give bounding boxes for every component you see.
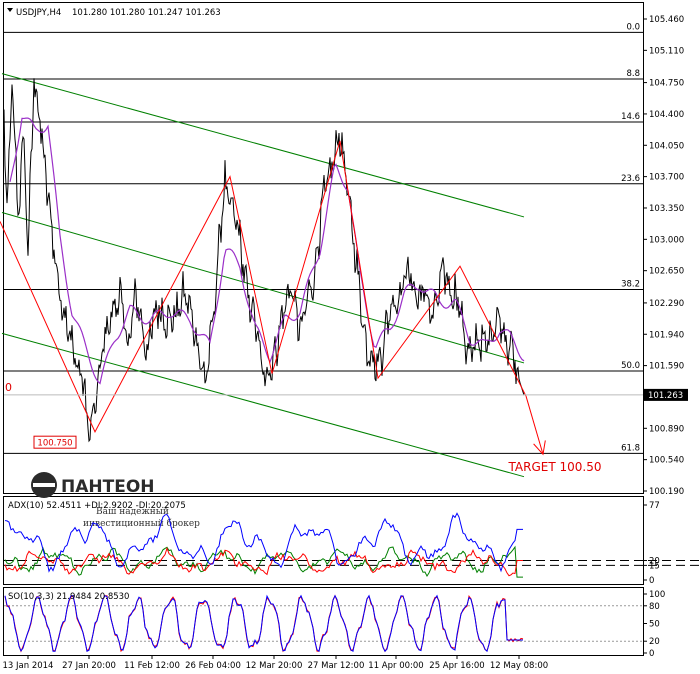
ohlc-label: 101.280 101.280 101.247 101.263 <box>72 8 221 18</box>
time-tick-label: 13 Jan 2014 <box>3 661 54 671</box>
forex-chart: USDJPY,H4 101.280 101.280 101.247 101.26… <box>0 2 700 671</box>
fib-level-label: 50.0 <box>621 361 640 371</box>
price-tick-label: 104.750 <box>649 79 684 89</box>
stochastic-label: SO(10,3,3) 21.9484 20.8530 <box>8 592 129 602</box>
time-tick-label: 12 May 08:00 <box>490 661 548 671</box>
stochastic-tick-label: 50 <box>649 620 660 630</box>
target-label: TARGET 100.50 <box>508 460 602 474</box>
symbol-label: USDJPY,H4 <box>16 8 61 18</box>
time-tick-label: 12 Mar 20:00 <box>246 661 303 671</box>
stochastic-tick-label: 80 <box>649 602 660 612</box>
price-tick-label: 105.110 <box>649 46 684 56</box>
low-price-label: 100.750 <box>37 439 72 449</box>
adx-tick-label: 15 <box>649 561 660 571</box>
price-tick-label: 102.290 <box>649 299 684 309</box>
stochastic-tick-label: 0 <box>649 649 654 659</box>
main-panel-frame <box>3 2 644 494</box>
price-tick-label: 101.590 <box>649 362 684 372</box>
fib-level-label: 0.0 <box>626 22 640 32</box>
price-tick-label: 101.940 <box>649 330 684 340</box>
chart-header: USDJPY,H4 101.280 101.280 101.247 101.26… <box>7 8 221 18</box>
logo-emblem-stripe <box>33 483 55 487</box>
time-tick-label: 11 Feb 12:00 <box>124 661 180 671</box>
time-tick-label: 27 Mar 12:00 <box>308 661 365 671</box>
price-axis: 105.460 105.110 104.750 104.400 104.050 103.7… <box>643 15 684 497</box>
price-tick-label: 102.650 <box>649 267 684 277</box>
fib-level-label: 23.6 <box>621 174 640 184</box>
price-tick-label: 105.460 <box>649 15 684 25</box>
left-fib-label: 0 <box>5 381 12 394</box>
price-tick-label: 100.190 <box>649 487 684 497</box>
fib-level-label: 8.8 <box>626 69 640 79</box>
price-tick-label: 100.890 <box>649 424 684 434</box>
fib-level-label: 38.2 <box>621 279 640 289</box>
time-tick-label: 11 Apr 00:00 <box>368 661 423 671</box>
current-price-label: 101.263 <box>648 391 683 401</box>
time-tick-label: 26 Feb 04:00 <box>185 661 241 671</box>
adx-label: ADX(10) 52.4511 +DI:2.9202 -DI:20.2075 <box>8 501 186 511</box>
time-tick-label: 27 Jan 20:00 <box>62 661 116 671</box>
price-tick-label: 103.000 <box>649 235 684 245</box>
time-axis: 13 Jan 2014 27 Jan 20:00 11 Feb 12:00 26 Fe… <box>3 655 548 671</box>
stochastic-tick-label: 20 <box>649 637 660 647</box>
price-tick-label: 104.400 <box>649 110 684 120</box>
logo-name: ПАНТЕОН <box>61 477 155 497</box>
fib-level-label: 61.8 <box>621 443 640 453</box>
stochastic-tick-label: 100 <box>649 590 665 600</box>
time-tick-label: 25 Apr 16:00 <box>429 661 484 671</box>
price-tick-label: 103.350 <box>649 204 684 214</box>
price-tick-label: 100.540 <box>649 456 684 466</box>
adx-tick-label: 77 <box>649 501 660 511</box>
adx-tick-label: 0 <box>649 576 654 586</box>
price-tick-label: 104.050 <box>649 141 684 151</box>
price-tick-label: 103.700 <box>649 173 684 183</box>
fib-level-label: 14.6 <box>621 112 640 122</box>
